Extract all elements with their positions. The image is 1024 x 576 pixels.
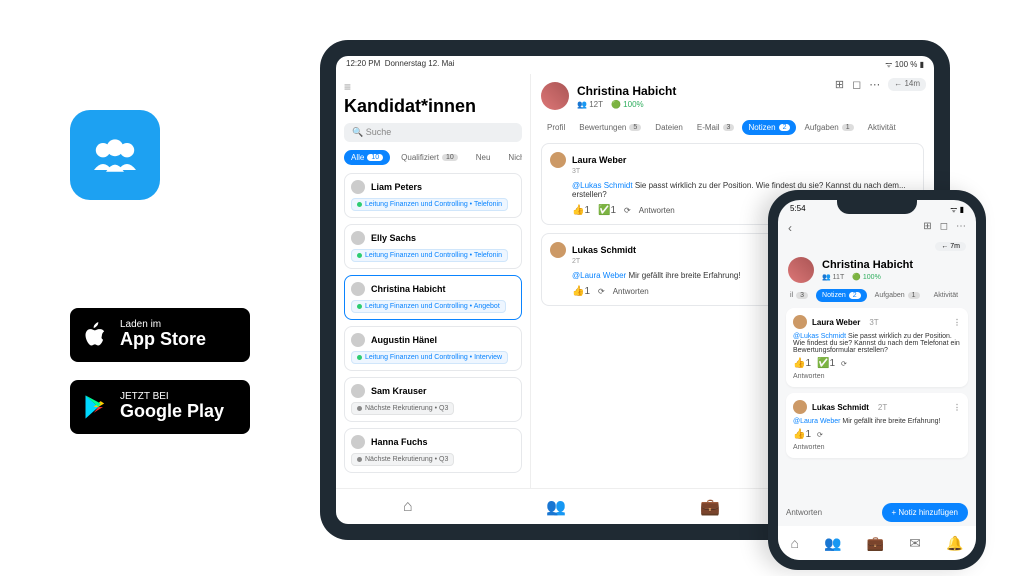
nav-home-icon[interactable]: ⌂: [791, 535, 799, 551]
profile-tab[interactable]: Profil: [541, 120, 571, 135]
nav-briefcase-icon[interactable]: 💼: [867, 535, 884, 552]
avatar: [541, 82, 569, 110]
profile-tab[interactable]: Aktivität: [928, 289, 965, 302]
profile-tab[interactable]: Aktivität: [862, 120, 902, 135]
nav-people-icon[interactable]: 👥: [546, 497, 566, 517]
profile-tab[interactable]: Notizen2: [742, 120, 796, 135]
app-logo: [70, 110, 160, 200]
bookmark-icon[interactable]: ◻: [940, 221, 948, 235]
filter-tab[interactable]: Neu: [469, 150, 498, 165]
filter-tab[interactable]: Nicht kont: [501, 150, 522, 165]
profile-name: Christina Habicht: [577, 84, 676, 98]
reply-link[interactable]: Antworten: [793, 444, 961, 451]
more-icon[interactable]: ⋯: [956, 221, 966, 235]
profile-tab[interactable]: Aufgaben1: [798, 120, 859, 135]
profile-tab[interactable]: Bewertungen5: [573, 120, 647, 135]
nav-home-icon[interactable]: ⌂: [403, 498, 413, 516]
reply-link[interactable]: Antworten: [793, 373, 961, 380]
apple-icon: [82, 321, 110, 349]
profile-tab[interactable]: E-Mail3: [691, 120, 741, 135]
appstore-badge[interactable]: Laden imApp Store: [70, 308, 250, 362]
reply-link[interactable]: Antworten: [639, 206, 675, 215]
back-icon[interactable]: ‹: [788, 221, 792, 235]
note-card: Lukas Schmidt2T⋮@Laura Weber Mir gefällt…: [786, 393, 968, 458]
calendar-icon[interactable]: ⊞: [923, 221, 931, 235]
phone-frame: 5:54ᯤ ▮ ‹ ⊞ ◻ ⋯ ← 7m Christina Habicht 👥…: [768, 190, 986, 570]
page-title: Kandidat*innen: [344, 96, 522, 117]
profile-tab[interactable]: Dateien: [649, 120, 689, 135]
candidate-card[interactable]: Elly SachsLeitung Finanzen und Controlli…: [344, 224, 522, 269]
profile-name: Christina Habicht: [822, 259, 913, 271]
note-card: Laura Weber3T⋮@Lukas Schmidt Sie passt w…: [786, 308, 968, 387]
nav-briefcase-icon[interactable]: 💼: [700, 497, 720, 517]
candidate-card[interactable]: Hanna FuchsNächste Rekrutierung • Q3: [344, 428, 522, 473]
nav-mail-icon[interactable]: ✉: [909, 535, 921, 552]
time-pill: ← 7m: [935, 242, 966, 251]
candidate-card[interactable]: Liam PetersLeitung Finanzen und Controll…: [344, 173, 522, 218]
playstore-big: Google Play: [120, 402, 224, 422]
avatar: [788, 257, 814, 283]
tablet-statusbar: 12:20 PM Donnerstag 12. Mai ᯤ 100 % ▮: [336, 56, 934, 74]
nav-people-icon[interactable]: 👥: [824, 535, 841, 552]
reply-link[interactable]: Antworten: [613, 287, 649, 296]
add-note-button[interactable]: + Notiz hinzufügen: [882, 503, 969, 522]
bookmark-icon[interactable]: ◻: [852, 78, 861, 91]
search-input[interactable]: 🔍 Suche: [344, 123, 522, 142]
candidate-card[interactable]: Augustin HänelLeitung Finanzen und Contr…: [344, 326, 522, 371]
playstore-badge[interactable]: JETZT BEIGoogle Play: [70, 380, 250, 434]
profile-tab[interactable]: Aufgaben1: [869, 289, 926, 302]
calendar-icon[interactable]: ⊞: [835, 78, 844, 91]
reply-label: Antworten: [786, 508, 822, 517]
filter-tab[interactable]: Alle10: [344, 150, 390, 165]
play-icon: [82, 393, 110, 421]
hamburger-icon[interactable]: ≡: [344, 80, 522, 94]
profile-tab[interactable]: il3: [784, 289, 814, 302]
profile-tab[interactable]: Notizen2: [816, 289, 867, 302]
nav-bell-icon[interactable]: 🔔: [946, 535, 963, 552]
candidate-card[interactable]: Christina HabichtLeitung Finanzen und Co…: [344, 275, 522, 320]
filter-tab[interactable]: Qualifiziert10: [394, 150, 465, 165]
appstore-big: App Store: [120, 330, 206, 350]
time-pill: ← 14m: [888, 78, 926, 91]
candidate-card[interactable]: Sam KrauserNächste Rekrutierung • Q3: [344, 377, 522, 422]
more-icon[interactable]: ⋯: [869, 78, 880, 91]
